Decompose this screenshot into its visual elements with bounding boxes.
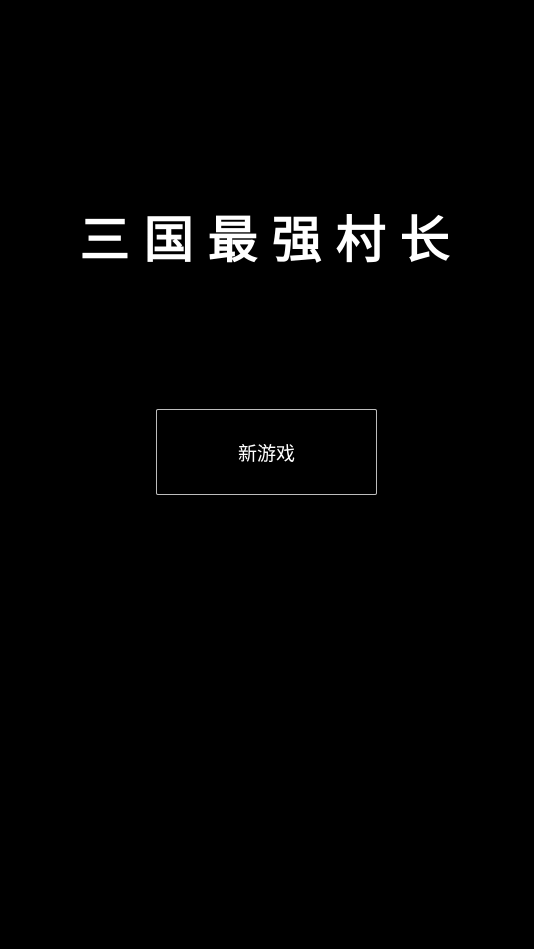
new-game-label: 新游戏 [237,442,295,465]
game-title: 三国最强村长 [80,210,464,269]
new-game-button[interactable]: 新游戏 [156,409,377,495]
title-screen: 三国最强村长 新游戏 [0,0,534,949]
